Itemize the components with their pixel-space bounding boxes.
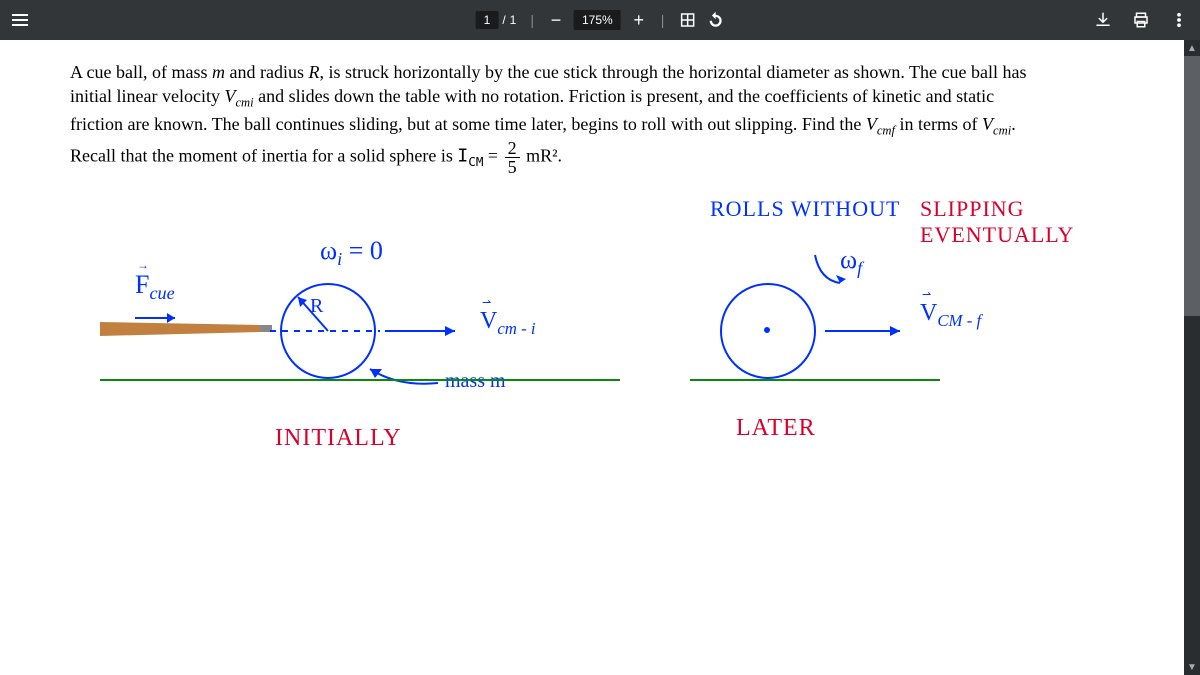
zoom-in-button[interactable]: + — [631, 10, 647, 31]
label-rolls-without: ROLLS WITHOUT — [710, 196, 900, 222]
physics-diagram: ROLLS WITHOUT SLIPPING EVENTUALLY ωi = 0… — [70, 190, 1164, 490]
zoom-out-button[interactable]: − — [548, 10, 564, 31]
table-surface-left — [100, 379, 620, 381]
vcm-i-arrow — [270, 323, 480, 343]
rotate-icon[interactable] — [706, 11, 724, 29]
omega-f-arrow — [805, 245, 855, 295]
page-current[interactable]: 1 — [476, 11, 499, 29]
scrollbar[interactable]: ▲ ▼ — [1184, 40, 1200, 675]
cue-stick — [100, 320, 275, 338]
document-page: A cue ball, of mass m and radius R, is s… — [0, 40, 1184, 675]
print-icon[interactable] — [1132, 11, 1150, 29]
label-omega-i: ωi = 0 — [320, 236, 383, 270]
label-mass-m: mass m — [445, 370, 506, 393]
scroll-thumb[interactable] — [1184, 56, 1200, 316]
table-surface-right — [690, 379, 940, 381]
vcm-f-arrow — [820, 323, 920, 343]
label-later: LATER — [736, 415, 816, 442]
menu-icon[interactable] — [12, 14, 28, 26]
page-total: 1 — [510, 13, 517, 27]
zoom-controls: − 175% + — [548, 10, 647, 31]
label-vcm-i: V⇀cm - i — [480, 308, 536, 339]
problem-statement: A cue ball, of mass m and radius R, is s… — [70, 60, 1164, 176]
label-vcm-f: V⇀CM - f — [920, 300, 981, 331]
label-initially: INITIALLY — [275, 425, 402, 452]
label-slipping-eventually: SLIPPING EVENTUALLY — [920, 196, 1164, 248]
download-icon[interactable] — [1094, 11, 1112, 29]
page-indicator: 1 / 1 — [476, 11, 517, 29]
pdf-toolbar: 1 / 1 | − 175% + | — [0, 0, 1200, 40]
label-f-cue: F→cue — [135, 270, 175, 304]
label-radius: R — [310, 295, 323, 318]
scroll-up-arrow[interactable]: ▲ — [1184, 40, 1200, 56]
zoom-value[interactable]: 175% — [574, 10, 621, 30]
more-icon[interactable] — [1170, 11, 1188, 29]
ball-center-dot — [764, 327, 770, 333]
scroll-down-arrow[interactable]: ▼ — [1184, 659, 1200, 675]
fit-page-icon[interactable] — [678, 11, 696, 29]
